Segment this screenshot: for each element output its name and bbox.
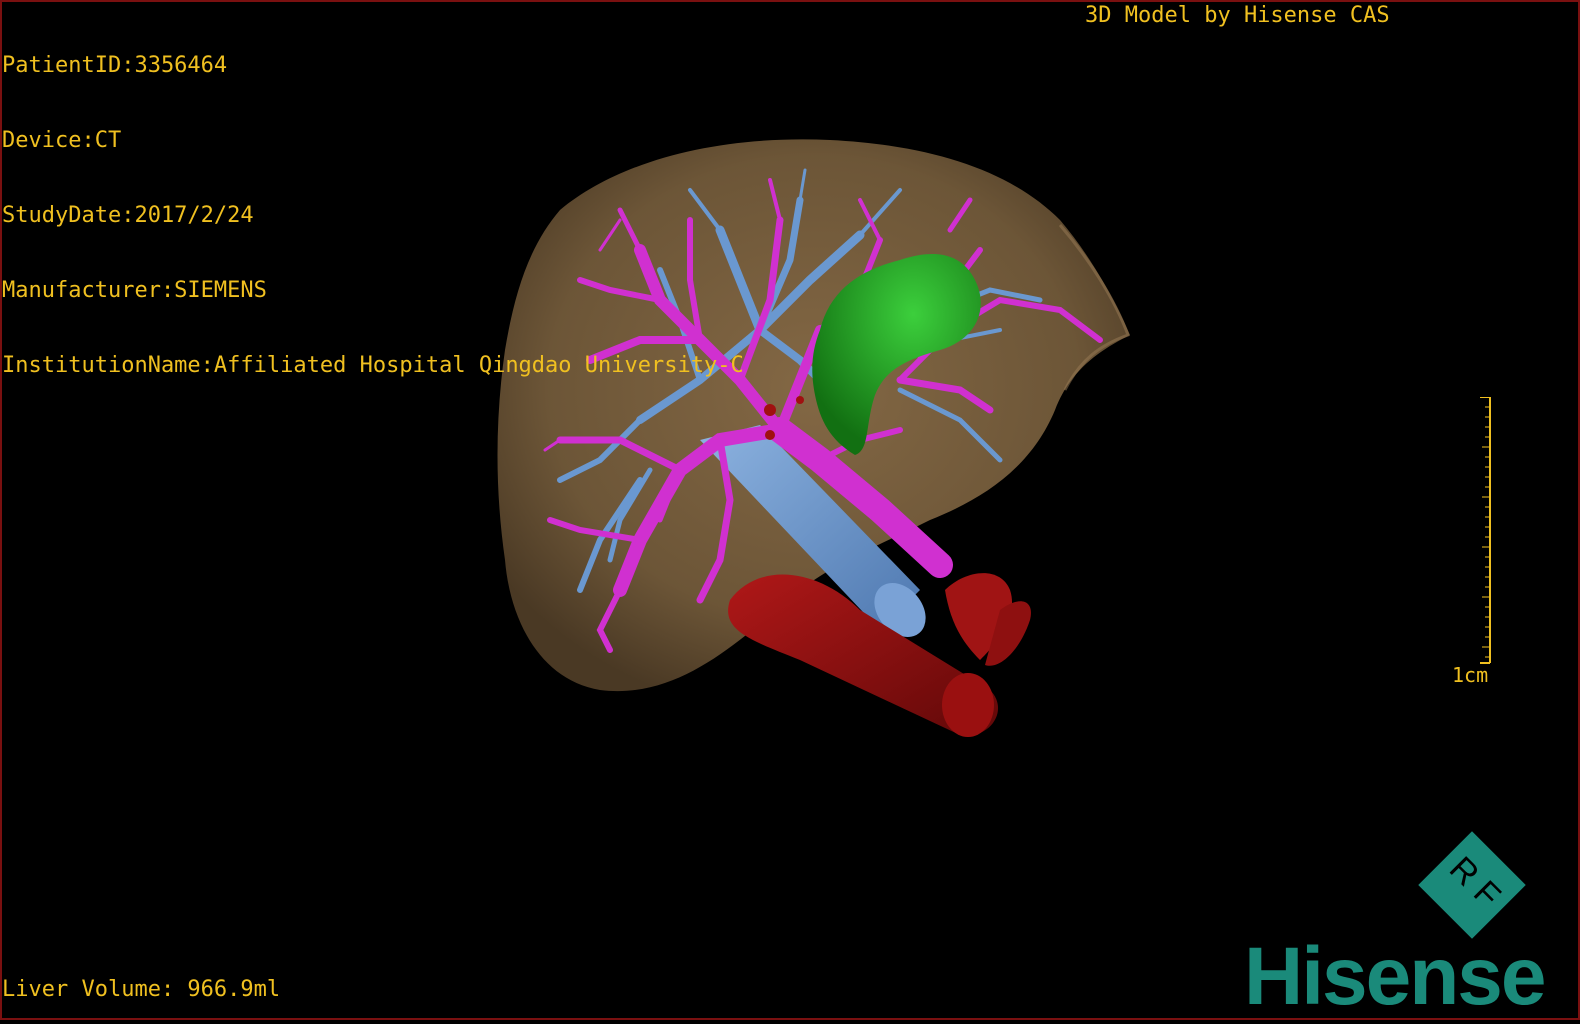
device: Device:CT (2, 128, 122, 153)
liver-volume: Liver Volume: 966.9ml (2, 977, 281, 1002)
scale-label: 1cm (1452, 663, 1489, 687)
study-date: StudyDate:2017/2/24 (2, 203, 254, 228)
brand-name: Hisense (1244, 931, 1547, 1022)
scale-bar (1480, 397, 1491, 664)
model-credit: 3D Model by Hisense CAS (1085, 3, 1390, 28)
institution-name: InstitutionName:Affiliated Hospital Qing… (2, 353, 744, 378)
manufacturer: Manufacturer:SIEMENS (2, 278, 267, 303)
patient-info-overlay: PatientID:3356464 Device:CT StudyDate:20… (2, 3, 744, 403)
patient-id: PatientID:3356464 (2, 53, 228, 78)
